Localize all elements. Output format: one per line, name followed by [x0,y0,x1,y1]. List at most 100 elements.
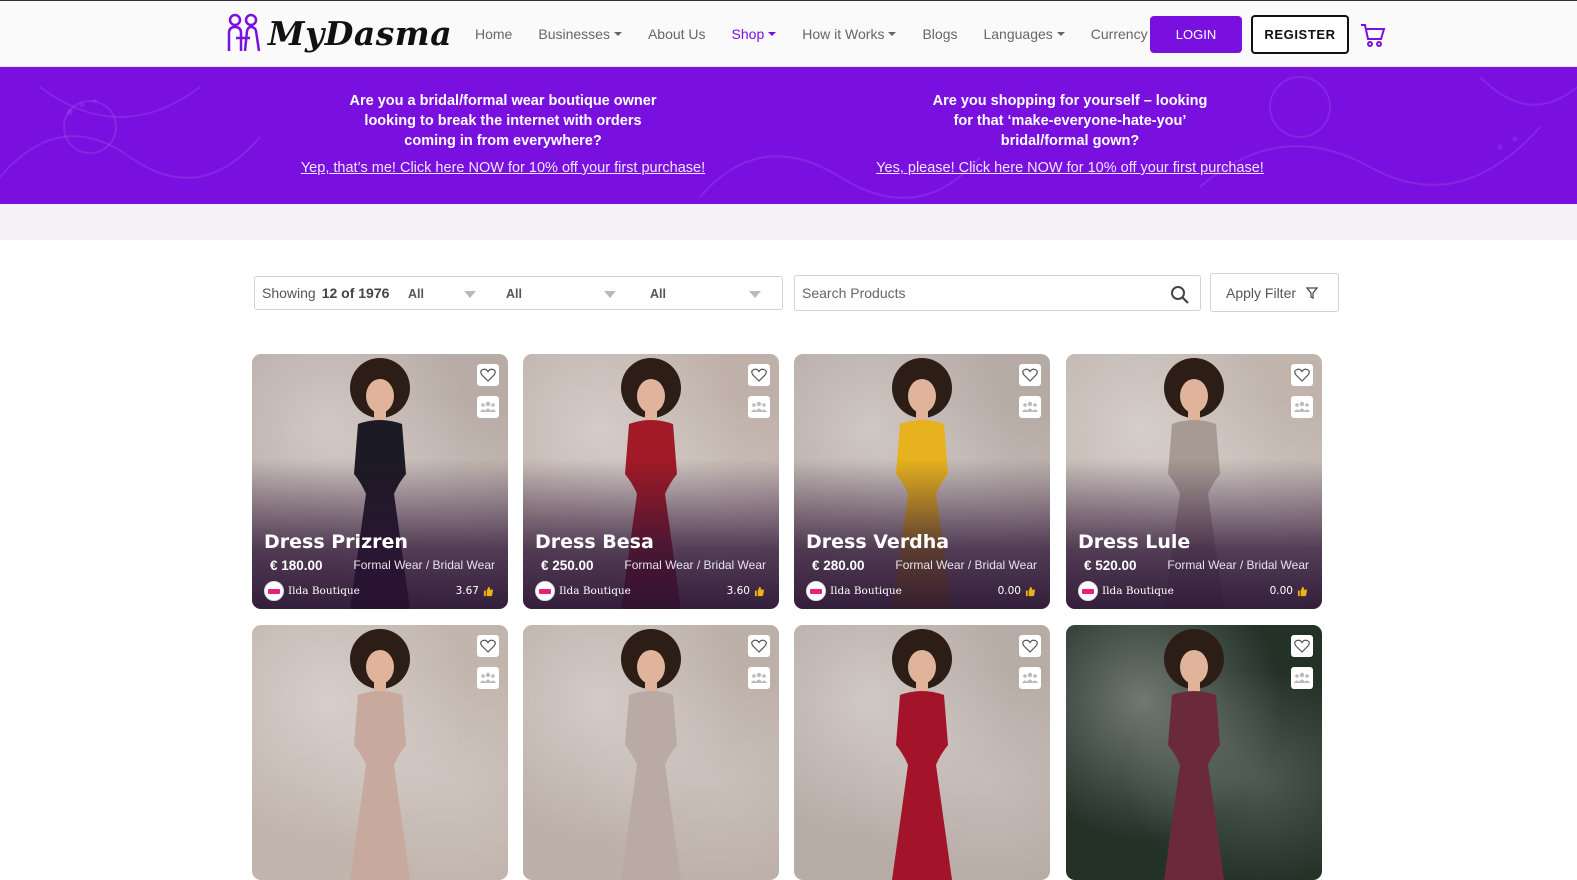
login-button[interactable]: LOGIN [1150,16,1242,53]
product-title[interactable]: Dress Besa [535,531,654,553]
nav-blogs[interactable]: Blogs [922,26,957,42]
promo-banner: Are you a bridal/formal wear boutique ow… [0,67,1577,204]
nav-about-us[interactable]: About Us [648,26,706,42]
banner-bottom-band [0,204,1577,240]
shop-name[interactable]: Ilda Boutique [830,585,902,597]
product-card[interactable] [252,625,508,880]
caret-down-icon [613,32,622,36]
caret-down-icon [1056,32,1065,36]
model-figure [621,629,681,880]
product-price: € 250.00 [541,558,594,573]
group-icon[interactable] [748,667,770,689]
cart-icon[interactable] [1360,22,1386,48]
product-card[interactable] [523,625,779,880]
dress-shape [892,691,952,880]
filter-bar: Showing 12 of 1976 All All All [254,276,783,310]
product-rating: 0.00 [1270,585,1308,597]
rating-value: 0.00 [997,585,1021,597]
caret-down-icon [768,32,777,36]
thumbs-up-icon [754,586,765,596]
product-card[interactable]: Dress Besa € 250.00 Formal Wear / Bridal… [523,354,779,609]
nav-shop[interactable]: Shop [732,26,777,42]
couple-logo-icon [227,13,261,52]
apply-filter-label: Apply Filter [1226,284,1297,301]
shop-name[interactable]: Ilda Boutique [1102,585,1174,597]
register-button[interactable]: REGISTER [1251,15,1349,54]
heart-icon[interactable] [1291,635,1313,657]
rating-value: 0.00 [1269,585,1293,597]
promo-shopper: Are you shopping for yourself – looking … [850,91,1290,176]
product-category: Formal Wear / Bridal Wear [624,558,766,572]
group-icon[interactable] [477,667,499,689]
product-rating: 3.60 [727,585,765,597]
shop-avatar[interactable] [806,581,826,601]
boutique-offer-link[interactable]: Yep, that’s me! Click here NOW for 10% o… [283,160,723,176]
shop-name[interactable]: Ilda Boutique [559,585,631,597]
chevron-down-icon[interactable] [749,291,761,298]
group-icon[interactable] [1291,396,1313,418]
product-search [794,275,1201,311]
model-figure [892,629,952,880]
heart-icon[interactable] [477,364,499,386]
brand-logo[interactable]: MyDasma [226,13,452,53]
product-card[interactable]: Dress Verdha € 280.00 Formal Wear / Brid… [794,354,1050,609]
product-card[interactable] [794,625,1050,880]
product-category: Formal Wear / Bridal Wear [1167,558,1309,572]
product-price: € 180.00 [270,558,323,573]
apply-filter-button[interactable]: Apply Filter [1210,273,1339,312]
filter-select-3[interactable]: All [650,287,666,301]
product-category: Formal Wear / Bridal Wear [895,558,1037,572]
group-icon[interactable] [1291,667,1313,689]
nav-home[interactable]: Home [475,26,512,42]
product-card[interactable]: Dress Lule € 520.00 Formal Wear / Bridal… [1066,354,1322,609]
group-icon[interactable] [1019,667,1041,689]
promo-question-line: for that ‘make-everyone-hate-you’ [953,113,1187,129]
dress-shape [621,691,681,880]
heart-icon[interactable] [748,364,770,386]
heart-icon[interactable] [748,635,770,657]
shop-avatar[interactable] [1078,581,1098,601]
promo-boutique-owner: Are you a bridal/formal wear boutique ow… [283,91,723,176]
heart-icon[interactable] [477,635,499,657]
product-card[interactable]: Dress Prizren € 180.00 Formal Wear / Bri… [252,354,508,609]
nav-how-it-works[interactable]: How it Works [802,26,897,42]
search-icon[interactable] [1170,285,1190,305]
shop-name[interactable]: Ilda Boutique [288,585,360,597]
caret-down-icon [888,32,897,36]
heart-icon[interactable] [1291,364,1313,386]
heart-icon[interactable] [1019,635,1041,657]
promo-question-line: Are you shopping for yourself – looking [932,93,1208,109]
search-input[interactable] [802,276,1152,310]
filter-select-1[interactable]: All [408,287,424,301]
product-card[interactable] [1066,625,1322,880]
product-title[interactable]: Dress Lule [1078,531,1190,553]
product-title[interactable]: Dress Verdha [806,531,949,553]
group-icon[interactable] [1019,396,1041,418]
brand-name: MyDasma [268,13,453,53]
heart-icon[interactable] [1019,364,1041,386]
nav-businesses[interactable]: Businesses [538,26,622,42]
shopper-offer-link[interactable]: Yes, please! Click here NOW for 10% off … [850,160,1290,176]
model-figure [1164,629,1224,880]
filter-select-2[interactable]: All [506,287,522,301]
nav-languages[interactable]: Languages [983,26,1065,42]
main-nav: Home Businesses About Us Shop How it Wor… [475,1,1186,67]
shop-avatar[interactable] [535,581,555,601]
promo-question-line: bridal/formal gown? [1000,133,1140,149]
product-category: Formal Wear / Bridal Wear [353,558,495,572]
thumbs-up-icon [1025,586,1036,596]
floral-pattern [0,76,1577,199]
promo-question-line: Are you a bridal/formal wear boutique ow… [349,93,657,109]
chevron-down-icon[interactable] [604,291,616,298]
promo-question-line: looking to break the internet with order… [364,113,642,129]
funnel-icon [1306,286,1319,299]
dress-shape [350,691,410,880]
group-icon[interactable] [477,396,499,418]
shop-avatar[interactable] [264,581,284,601]
promo-question-line: coming in from everywhere? [404,133,602,149]
product-title[interactable]: Dress Prizren [264,531,408,553]
product-price: € 280.00 [812,558,865,573]
chevron-down-icon[interactable] [464,291,476,298]
result-count: Showing 12 of 1976 [262,285,390,301]
group-icon[interactable] [748,396,770,418]
